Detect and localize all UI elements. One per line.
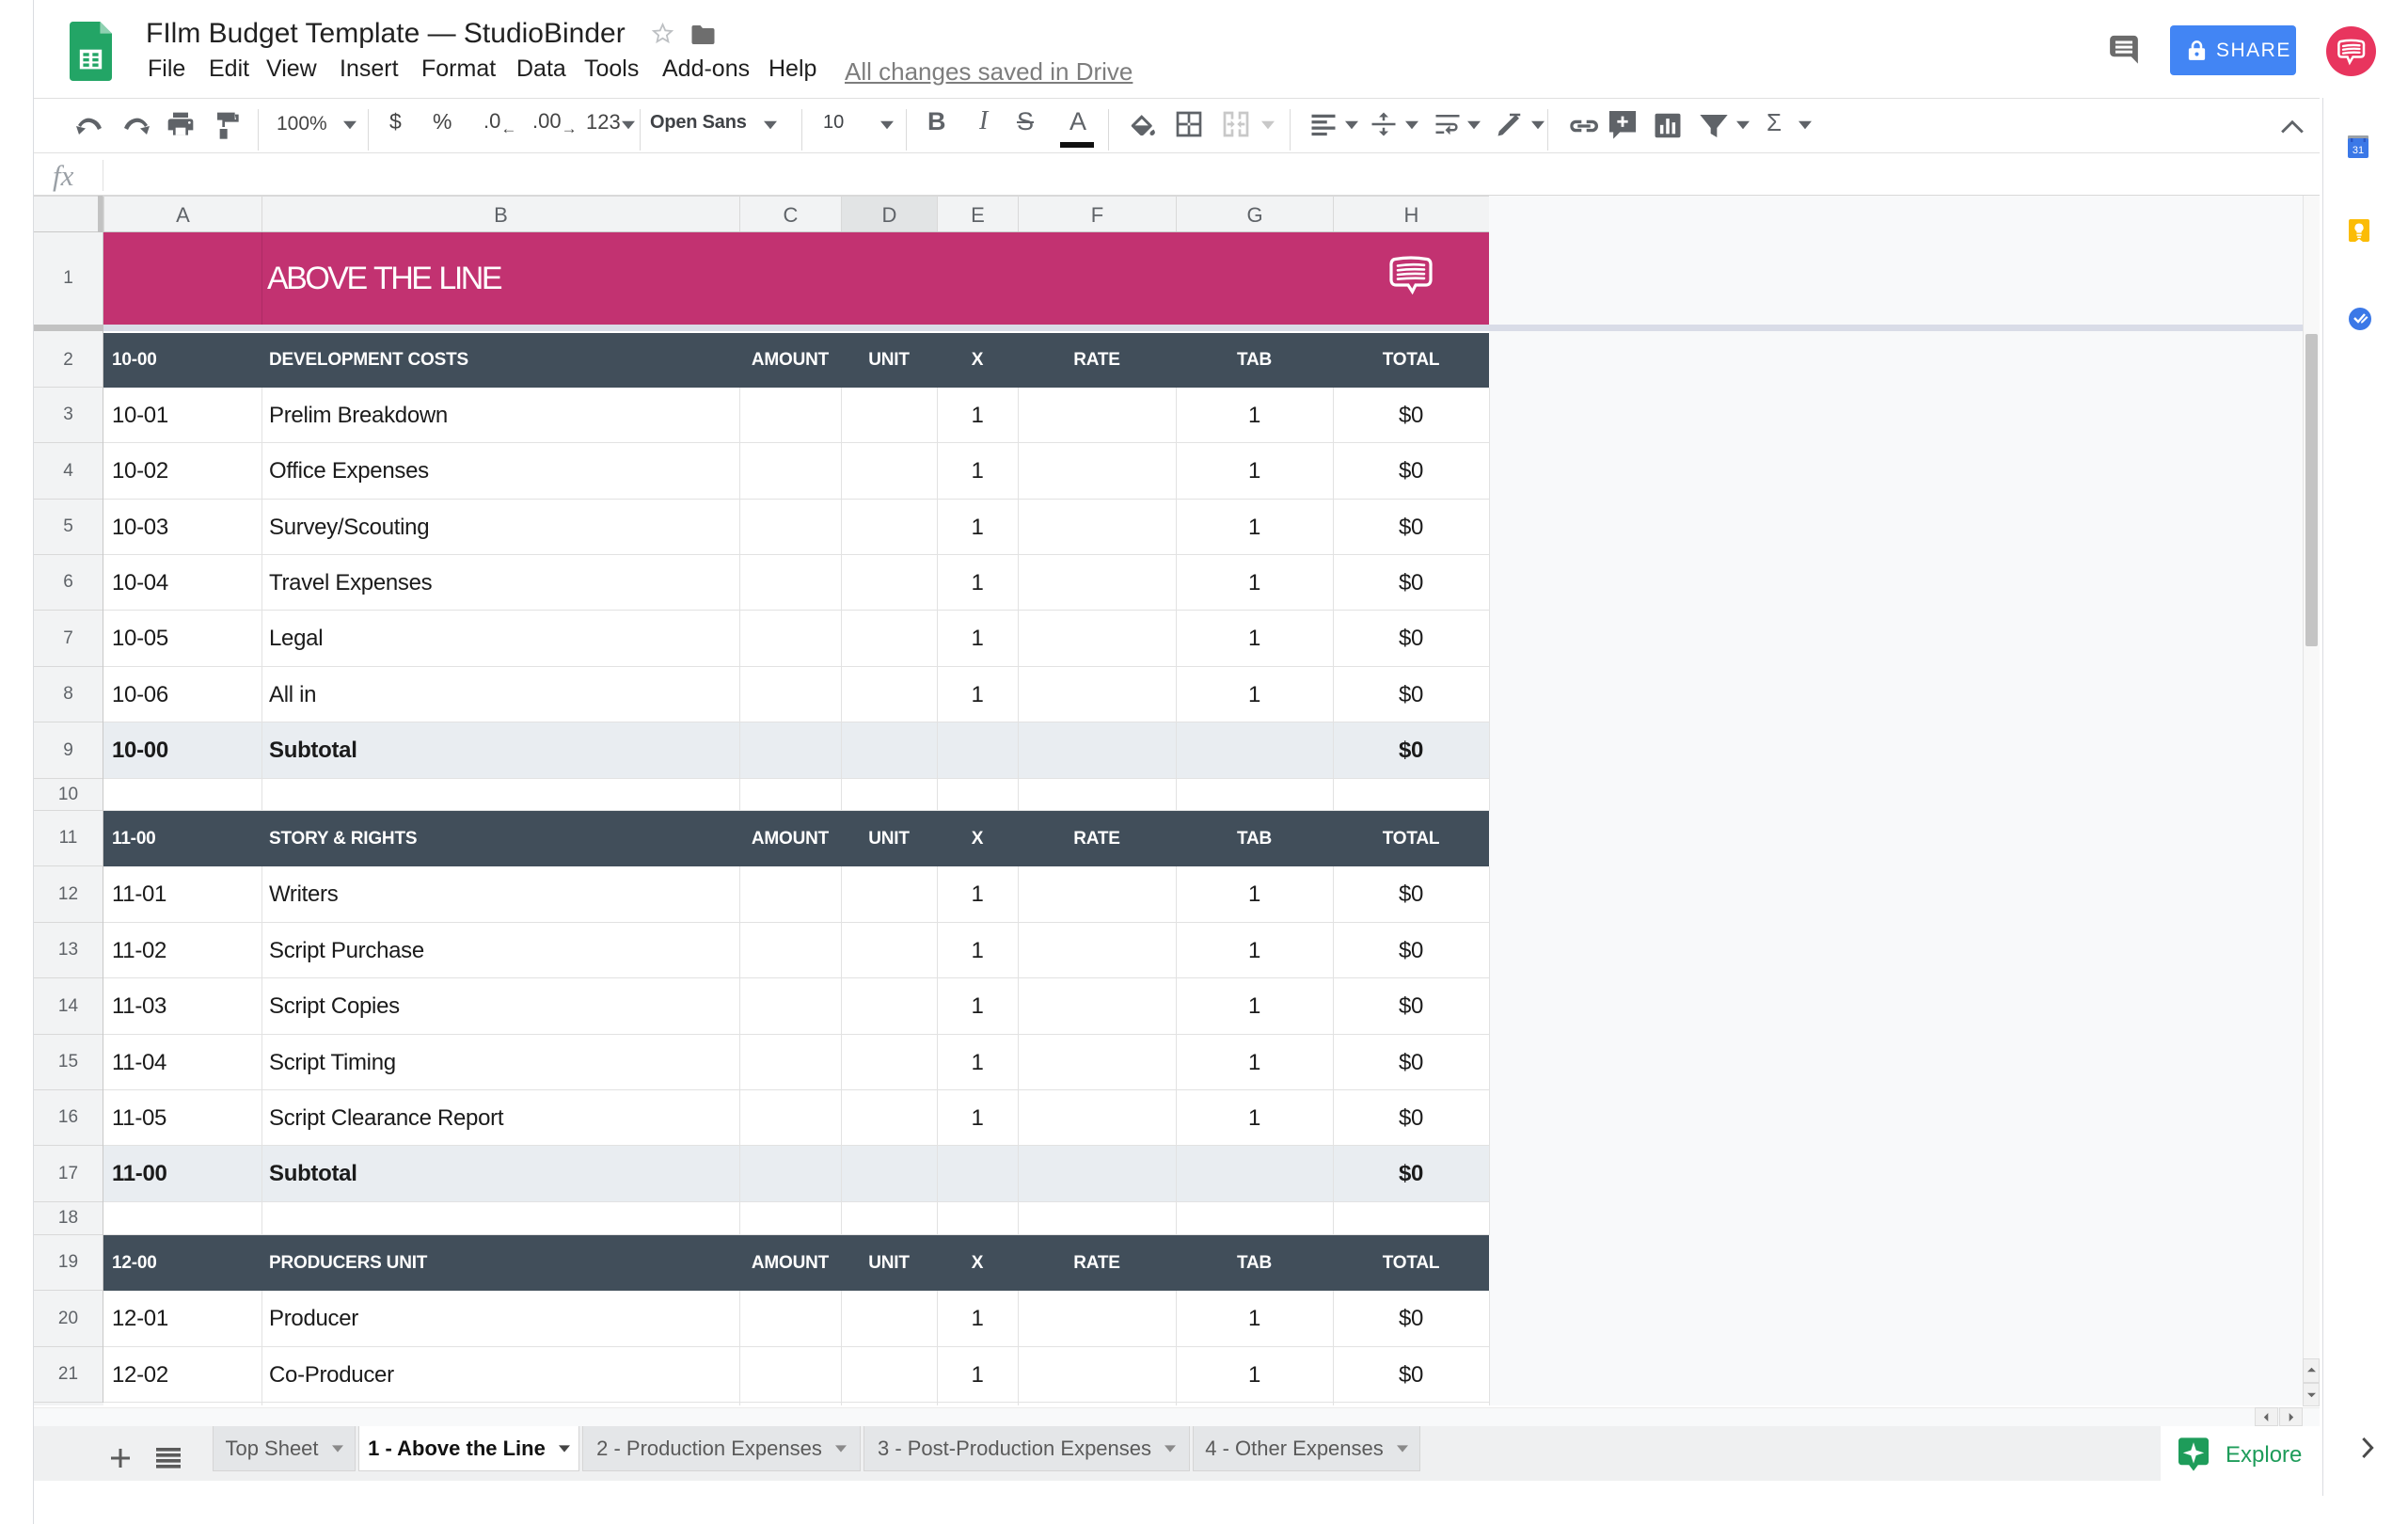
- svg-text:31: 31: [2353, 145, 2364, 156]
